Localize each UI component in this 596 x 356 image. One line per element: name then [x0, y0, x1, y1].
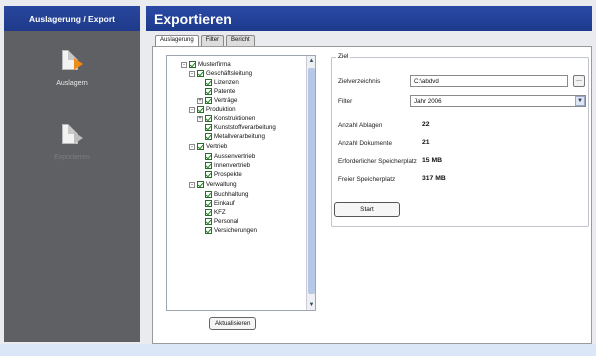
- checkbox[interactable]: [197, 70, 204, 77]
- tab-bericht[interactable]: Bericht: [226, 35, 255, 46]
- tree-item[interactable]: Patente: [205, 87, 235, 96]
- checkbox[interactable]: [205, 171, 212, 178]
- chevron-down-icon[interactable]: ▼: [575, 96, 585, 106]
- tree-item[interactable]: Buchhaltung: [205, 190, 248, 199]
- checkbox[interactable]: [205, 124, 212, 131]
- checkbox[interactable]: [205, 133, 212, 140]
- sidebar-title: Auslagerung / Export: [4, 6, 140, 31]
- collapse-icon[interactable]: -: [189, 143, 195, 150]
- target-groupbox: Ziel Zielverzeichnis C:\abdvd ... Filter…: [331, 53, 589, 227]
- directory-input[interactable]: C:\abdvd: [410, 75, 568, 87]
- stat-label: Anzahl Dokumente: [338, 140, 392, 147]
- filter-selected-value: Jahr 2006: [414, 98, 442, 105]
- checkbox[interactable]: [197, 106, 204, 113]
- tree-item[interactable]: Innenvertrieb: [205, 161, 250, 170]
- scroll-down-icon[interactable]: ▼: [308, 301, 315, 309]
- stat-label: Erforderlicher Speicherplatz: [338, 158, 417, 165]
- tree-item[interactable]: Lizenzen: [205, 78, 239, 87]
- tree-item[interactable]: Einkauf: [205, 199, 235, 208]
- tab-auslagerung[interactable]: Auslagerung: [155, 35, 199, 46]
- checkbox[interactable]: [205, 200, 212, 207]
- collapse-icon[interactable]: -: [189, 70, 195, 77]
- tree-scrollbar[interactable]: ▲ ▼: [306, 56, 315, 310]
- filter-label: Filter: [338, 98, 353, 105]
- status-bar: [0, 344, 596, 356]
- tree-item[interactable]: - Produktion: [189, 105, 236, 114]
- directory-label: Zielverzeichnis: [338, 78, 381, 85]
- filter-select[interactable]: Jahr 2006 ▼: [410, 95, 586, 107]
- checkbox[interactable]: [205, 209, 212, 216]
- collapse-icon[interactable]: -: [181, 61, 187, 68]
- stat-value: 22: [422, 121, 430, 128]
- scrollbar-thumb[interactable]: [308, 68, 315, 294]
- expand-icon[interactable]: +: [197, 115, 203, 122]
- sidebar: Auslagerung / Export Auslagern Exportier…: [4, 6, 140, 342]
- app-window: Auslagerung / Export Auslagern Exportier…: [0, 0, 596, 356]
- checkbox[interactable]: [205, 97, 212, 104]
- checkbox[interactable]: [197, 181, 204, 188]
- groupbox-title: Ziel: [336, 53, 351, 60]
- checkbox[interactable]: [205, 191, 212, 198]
- collapse-icon[interactable]: -: [189, 106, 195, 113]
- stat-value: 317 MB: [422, 175, 446, 182]
- archive-out-icon: [59, 48, 85, 74]
- stat-value: 21: [422, 139, 430, 146]
- tree-item[interactable]: - Vertrieb: [189, 142, 227, 151]
- tree-item[interactable]: Metallverarbeitung: [205, 132, 265, 141]
- tree-item[interactable]: - Verwaltung: [189, 180, 237, 189]
- tree-item[interactable]: + Verträge: [197, 96, 237, 105]
- tree-item[interactable]: Aussenvertrieb: [205, 152, 255, 161]
- checkbox[interactable]: [197, 143, 204, 150]
- collapse-icon[interactable]: -: [189, 181, 195, 188]
- checkbox[interactable]: [205, 162, 212, 169]
- stat-label: Freier Speicherplatz: [338, 176, 396, 183]
- tab-panel: - Musterfirma - Geschäftsleitung Lizenzen …: [152, 46, 592, 344]
- sidebar-item-label: Auslagern: [56, 80, 88, 87]
- page-title: Exportieren: [146, 6, 592, 31]
- folder-tree[interactable]: - Musterfirma - Geschäftsleitung Lizenzen …: [166, 55, 316, 311]
- sidebar-item-exportieren[interactable]: Exportieren: [4, 122, 140, 161]
- sidebar-item-label: Exportieren: [54, 154, 90, 161]
- sidebar-item-auslagern[interactable]: Auslagern: [4, 48, 140, 87]
- stat-label: Anzahl Ablagen: [338, 122, 383, 129]
- stat-value: 15 MB: [422, 157, 443, 164]
- start-button[interactable]: Start: [334, 202, 400, 217]
- checkbox[interactable]: [205, 218, 212, 225]
- tree-item[interactable]: Personal: [205, 217, 238, 226]
- browse-button[interactable]: ...: [573, 75, 585, 87]
- checkbox[interactable]: [205, 153, 212, 160]
- checkbox[interactable]: [205, 88, 212, 95]
- scroll-up-icon[interactable]: ▲: [308, 57, 315, 65]
- refresh-button[interactable]: Aktualisieren: [209, 317, 257, 330]
- tree-item[interactable]: KFZ: [205, 208, 226, 217]
- tab-filter[interactable]: Filter: [200, 35, 225, 46]
- tree-item[interactable]: - Musterfirma: [181, 60, 231, 69]
- checkbox[interactable]: [205, 79, 212, 86]
- tree-item[interactable]: - Geschäftsleitung: [189, 69, 252, 78]
- tree-item[interactable]: + Konstruktionen: [197, 114, 255, 123]
- checkbox[interactable]: [205, 115, 212, 122]
- export-icon: [59, 122, 85, 148]
- expand-icon[interactable]: +: [197, 97, 203, 104]
- tab-bar: Auslagerung Filter Bericht: [155, 35, 255, 46]
- tree-item[interactable]: Versicherungen: [205, 226, 257, 235]
- tree-item[interactable]: Kunststoffverarbeitung: [205, 123, 276, 132]
- checkbox[interactable]: [189, 61, 196, 68]
- tree-item[interactable]: Prospekte: [205, 170, 242, 179]
- checkbox[interactable]: [205, 227, 212, 234]
